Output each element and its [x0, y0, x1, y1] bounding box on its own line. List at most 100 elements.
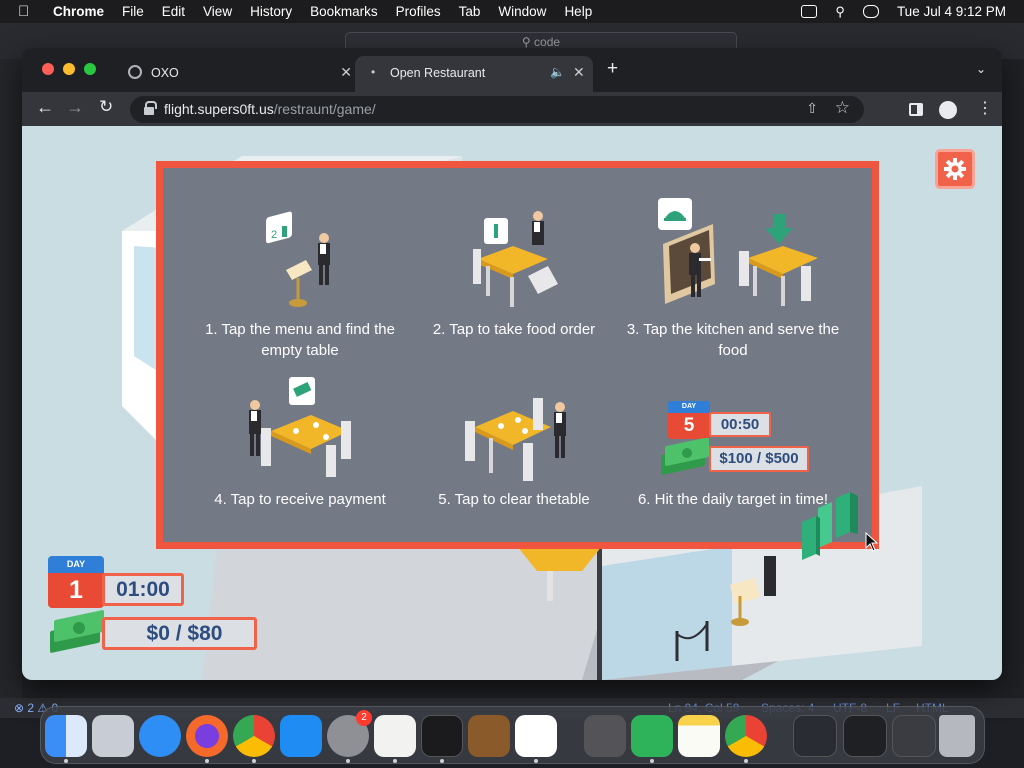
- firefox-icon[interactable]: [186, 715, 228, 757]
- tab-oxo[interactable]: OXO ✕: [116, 56, 352, 92]
- app-store-icon[interactable]: [280, 715, 322, 757]
- clear-table-illustration: [465, 398, 566, 481]
- running-indicator: [205, 759, 209, 763]
- window-close-button[interactable]: [42, 63, 54, 75]
- green-hedge-decoration: [802, 492, 858, 560]
- macos-dock: [40, 706, 985, 764]
- running-indicator: [650, 759, 654, 763]
- menu-window[interactable]: Window: [498, 4, 546, 19]
- window-minimize-button[interactable]: [63, 63, 75, 75]
- tab-label: OXO: [151, 66, 179, 80]
- menu-stand-waiter-illustration: 2: [266, 211, 330, 307]
- tutorial-step-3: 3. Tap the kitchen and serve the food: [626, 321, 840, 359]
- lock-icon[interactable]: [144, 101, 157, 115]
- loading-favicon-icon: •: [371, 65, 376, 79]
- chrome-icon[interactable]: [233, 715, 275, 757]
- kitchen-serve-illustration: [658, 198, 818, 306]
- minimized-window-icon[interactable]: [793, 715, 837, 757]
- gear-icon: [944, 158, 966, 180]
- spotlight-search-icon[interactable]: ⚲: [835, 4, 845, 20]
- garageband-icon[interactable]: [468, 715, 510, 757]
- share-icon[interactable]: ⇧: [806, 100, 818, 117]
- menu-bookmarks[interactable]: Bookmarks: [310, 4, 378, 19]
- browser-toolbar: ← → ↻ flight.supers0ft.us/restraunt/game…: [22, 92, 1002, 126]
- reload-icon[interactable]: ↻: [99, 97, 113, 117]
- address-url[interactable]: flight.supers0ft.us/restraunt/game/: [164, 101, 376, 117]
- menu-profiles[interactable]: Profiles: [396, 4, 441, 19]
- running-indicator: [744, 759, 748, 763]
- more-menu-icon[interactable]: ⋮: [977, 98, 993, 118]
- tab-search-chevron-icon[interactable]: ⌄: [976, 62, 986, 76]
- example-day-label: DAY: [668, 401, 710, 413]
- bookmark-star-icon[interactable]: ☆: [835, 98, 850, 118]
- hud-day-calendar: DAY 1: [48, 556, 104, 608]
- svg-text:2: 2: [271, 229, 277, 241]
- forward-arrow-icon[interactable]: →: [66, 97, 84, 118]
- trash-icon[interactable]: [939, 715, 975, 757]
- tab-open-restaurant[interactable]: • Open Restaurant 🔈 ✕: [355, 56, 593, 92]
- menu-edit[interactable]: Edit: [162, 4, 185, 19]
- example-timer: 00:50: [709, 412, 771, 437]
- safari-icon[interactable]: [139, 715, 181, 757]
- menu-history[interactable]: History: [250, 4, 292, 19]
- tab-strip: OXO ✕ • Open Restaurant 🔈 ✕ + ⌄: [22, 48, 1002, 92]
- minimized-window-icon[interactable]: [843, 715, 887, 757]
- minimized-window-icon[interactable]: [892, 715, 936, 757]
- numbers-icon[interactable]: [631, 715, 673, 757]
- finder-icon[interactable]: [45, 715, 87, 757]
- notes-icon[interactable]: [678, 715, 720, 757]
- running-indicator: [534, 759, 538, 763]
- settings-button[interactable]: [935, 149, 975, 189]
- example-money-value: $100 / $500: [711, 448, 807, 470]
- chrome-icon[interactable]: [725, 715, 767, 757]
- apple-menu-icon[interactable]: : [18, 3, 36, 20]
- running-indicator: [64, 759, 68, 763]
- tutorial-step-5: 5. Tap to clear thetable: [438, 491, 590, 508]
- menu-view[interactable]: View: [203, 4, 232, 19]
- tutorial-step-2: 2. Tap to take food order: [432, 321, 596, 338]
- hud-day-label: DAY: [48, 556, 104, 573]
- back-arrow-icon[interactable]: ←: [36, 97, 54, 118]
- launchpad-icon[interactable]: [92, 715, 134, 757]
- menubar-clock[interactable]: Tue Jul 4 9:12 PM: [897, 4, 1006, 19]
- cash-stack-icon: [661, 438, 709, 475]
- new-tab-button[interactable]: +: [607, 59, 618, 78]
- editor-search-text: code: [534, 35, 561, 49]
- notification-badge: 2: [356, 710, 372, 726]
- example-money-target: $100 / $500: [709, 446, 809, 472]
- receive-payment-illustration: [249, 377, 351, 477]
- tab-close-icon[interactable]: ✕: [340, 64, 352, 81]
- side-panel-icon[interactable]: [909, 103, 923, 116]
- calculator-icon[interactable]: [584, 715, 626, 757]
- tab-close-icon[interactable]: ✕: [573, 64, 585, 81]
- vscode-icon[interactable]: [515, 715, 557, 757]
- control-center-icon[interactable]: [862, 5, 879, 18]
- address-bar[interactable]: flight.supers0ft.us/restraunt/game/ ⇧ ☆: [130, 96, 864, 123]
- example-timer-value: 00:50: [711, 414, 769, 435]
- textedit-icon[interactable]: [374, 715, 416, 757]
- hud-cash-icon: [50, 610, 104, 653]
- running-indicator: [252, 759, 256, 763]
- terminal-icon[interactable]: [421, 715, 463, 757]
- profile-avatar-icon[interactable]: [939, 101, 957, 119]
- hud-money: $0 / $80: [102, 617, 257, 650]
- tutorial-step-4: 4. Tap to receive payment: [214, 491, 386, 508]
- menu-file[interactable]: File: [122, 4, 144, 19]
- url-path: /restraunt/game/: [273, 101, 376, 117]
- window-zoom-button[interactable]: [84, 63, 96, 75]
- menu-app-name[interactable]: Chrome: [53, 4, 104, 19]
- hud-day-number: 1: [48, 573, 104, 608]
- speaker-icon[interactable]: 🔈: [550, 65, 565, 79]
- menu-help[interactable]: Help: [564, 4, 592, 19]
- table-order-waiter-illustration: [473, 211, 558, 307]
- example-day-calendar: DAY 5: [668, 401, 710, 439]
- tutorial-panel[interactable]: 2 1. Tap the menu and find the empty tab…: [156, 161, 879, 549]
- editor-activity-bar: [0, 59, 22, 699]
- game-canvas[interactable]: 2 1. Tap the menu and find the empty tab…: [22, 126, 1002, 680]
- hud-timer-value: 01:00: [105, 576, 181, 603]
- running-indicator: [440, 759, 444, 763]
- screen-mirroring-icon[interactable]: [801, 5, 818, 18]
- tab-label: Open Restaurant: [390, 66, 486, 80]
- menu-tab[interactable]: Tab: [459, 4, 481, 19]
- mouse-cursor-icon: [865, 532, 879, 552]
